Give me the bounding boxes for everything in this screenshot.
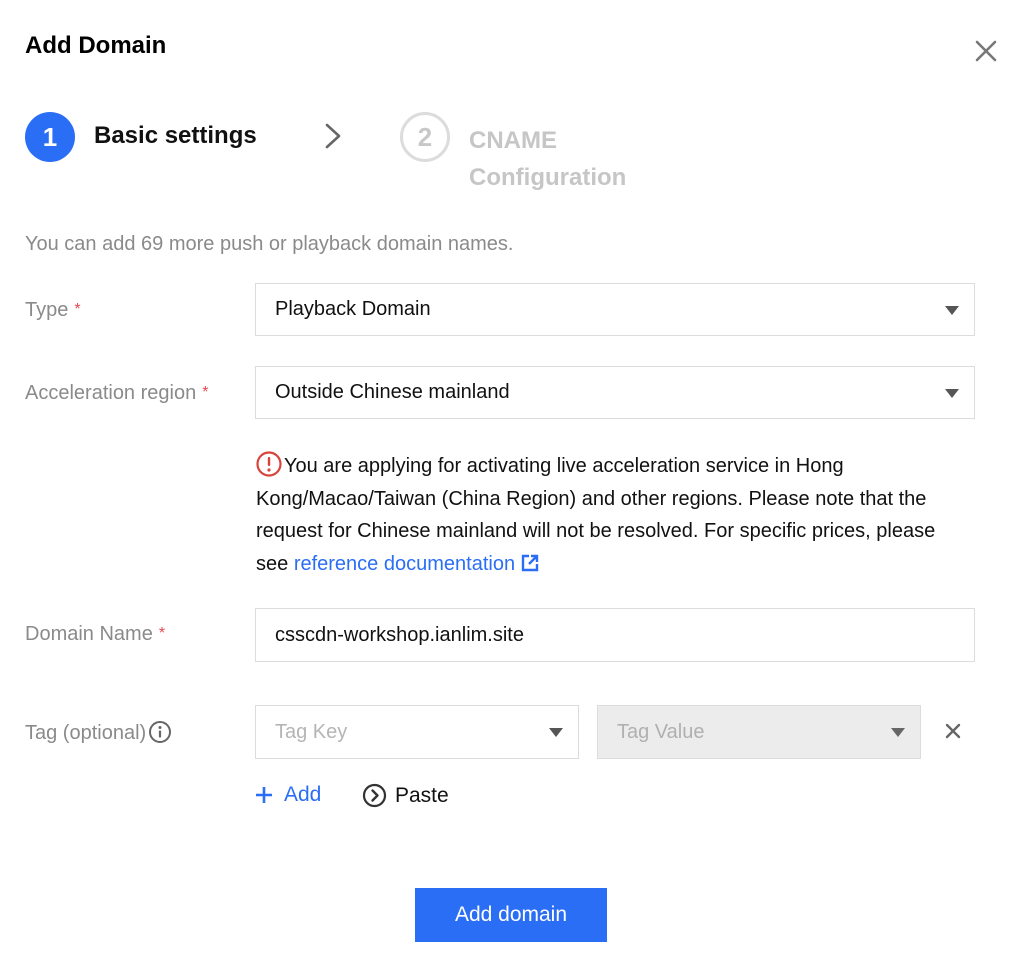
chevron-right-icon [325, 123, 341, 149]
dialog-title: Add Domain [25, 32, 167, 59]
region-notice: You are applying for activating live acc… [256, 450, 971, 580]
warning-circle-icon [256, 451, 282, 477]
type-select[interactable]: Playback Domain [255, 283, 975, 336]
add-tag-button[interactable]: Add [255, 783, 321, 807]
tag-key-select[interactable]: Tag Key [255, 705, 579, 759]
close-icon[interactable] [973, 38, 999, 64]
add-domain-button[interactable]: Add domain [415, 888, 607, 942]
caret-down-icon [891, 728, 905, 737]
step-1-label: Basic settings [94, 122, 257, 149]
tag-label: Tag (optional) [25, 720, 172, 745]
quota-hint: You can add 69 more push or playback dom… [25, 233, 514, 255]
required-mark: * [158, 625, 166, 642]
domain-name-input[interactable]: csscdn-workshop.ianlim.site [255, 608, 975, 662]
info-icon[interactable] [148, 720, 172, 744]
reference-doc-link[interactable]: reference documentation [294, 553, 515, 575]
caret-down-icon [549, 728, 563, 737]
type-label: Type * [25, 299, 81, 321]
required-mark: * [202, 384, 209, 401]
chevron-circle-icon [362, 783, 387, 808]
region-label: Acceleration region * [25, 382, 209, 404]
tag-value-select: Tag Value [597, 705, 921, 759]
step-2-indicator: 2 [400, 112, 450, 162]
close-icon[interactable] [944, 722, 962, 740]
step-1-indicator: 1 [25, 112, 75, 162]
caret-down-icon [945, 388, 959, 398]
domain-label: Domain Name * [25, 623, 166, 645]
region-select[interactable]: Outside Chinese mainland [255, 366, 975, 419]
step-2-label: CNAME Configuration [469, 127, 627, 191]
plus-icon [256, 787, 272, 803]
external-link-icon[interactable] [521, 554, 539, 572]
paste-tag-button[interactable]: Paste [362, 783, 449, 808]
required-mark: * [74, 301, 81, 318]
caret-down-icon [945, 305, 959, 315]
